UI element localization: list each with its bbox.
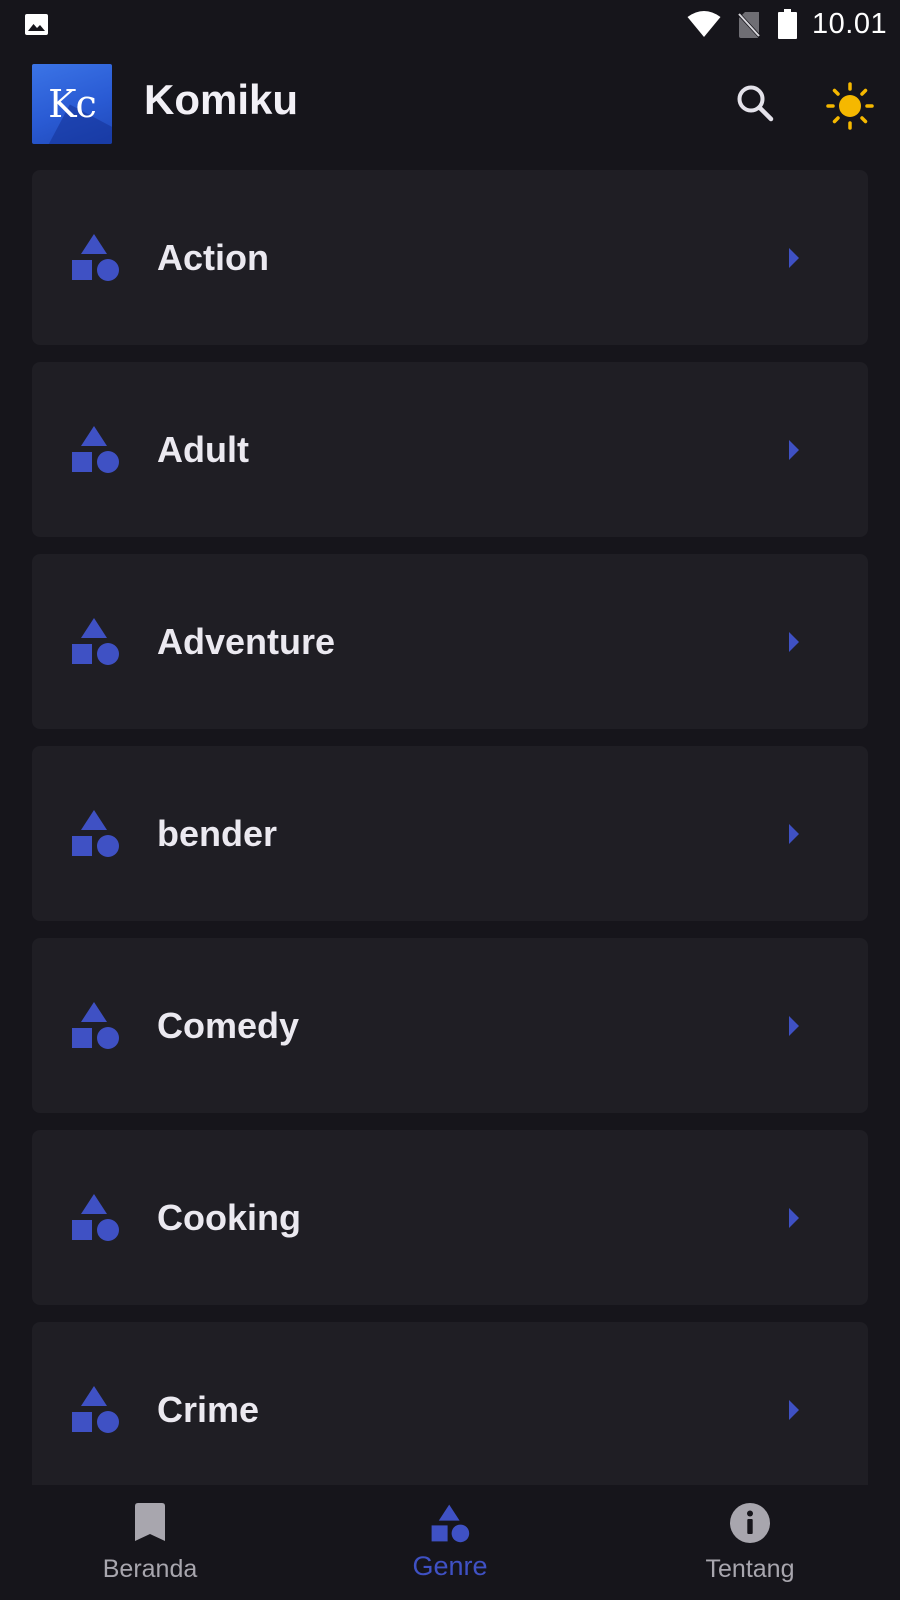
shapes-icon [72,810,119,857]
nav-label: Beranda [102,1555,198,1583]
nav-item-genre[interactable]: Genre [300,1485,600,1600]
nav-label: Genre [412,1551,488,1581]
info-icon [730,1503,770,1543]
nav-label: Tentang [705,1555,795,1583]
chevron-right-icon [789,824,799,844]
bookmark-icon [135,1503,165,1541]
no-sim-icon [737,11,761,39]
shapes-icon [72,1194,119,1241]
page-title: Komiku [144,76,299,123]
logo-text: Kc [48,82,97,126]
chevron-right-icon [789,1016,799,1036]
nav-item-tentang[interactable]: Tentang [600,1485,900,1600]
shapes-icon [72,1386,119,1433]
status-time: 10.01 [812,8,888,40]
bottom-nav: Beranda Genre Tentang [0,1485,900,1600]
genre-item-adult[interactable]: Adult [32,362,868,537]
genre-item-comedy[interactable]: Comedy [32,938,868,1113]
shapes-icon [72,618,119,665]
battery-icon [778,9,797,39]
genre-label: Action [157,237,269,278]
genre-label: Cooking [157,1197,301,1238]
genre-label: Adventure [157,621,336,662]
shapes-icon [431,1504,470,1543]
app-logo[interactable]: Kc [32,64,112,144]
genre-label: Comedy [157,1005,300,1046]
chevron-right-icon [789,632,799,652]
genre-label: Crime [157,1389,260,1430]
chevron-right-icon [789,1208,799,1228]
genre-label: bender [157,813,278,854]
genre-list[interactable]: Action Adult Adventure bender Comedy Coo… [32,170,868,1485]
shapes-icon [72,1002,119,1049]
genre-item-action[interactable]: Action [32,170,868,345]
search-icon[interactable] [734,82,778,126]
screen: 10.01 Kc Komiku Action Adult Adventure b… [0,0,900,1600]
image-icon [25,14,48,35]
chevron-right-icon [789,1400,799,1420]
status-bar: 10.01 [0,0,900,50]
chevron-right-icon [789,440,799,460]
genre-item-crime[interactable]: Crime [32,1322,868,1485]
app-bar: Kc Komiku [0,50,900,170]
genre-item-bender[interactable]: bender [32,746,868,921]
shapes-icon [72,234,119,281]
nav-item-beranda[interactable]: Beranda [0,1485,300,1600]
shapes-icon [72,426,119,473]
genre-label: Adult [157,429,249,470]
wifi-icon [687,11,721,37]
chevron-right-icon [789,248,799,268]
genre-item-adventure[interactable]: Adventure [32,554,868,729]
sun-icon[interactable] [826,82,874,130]
genre-item-cooking[interactable]: Cooking [32,1130,868,1305]
